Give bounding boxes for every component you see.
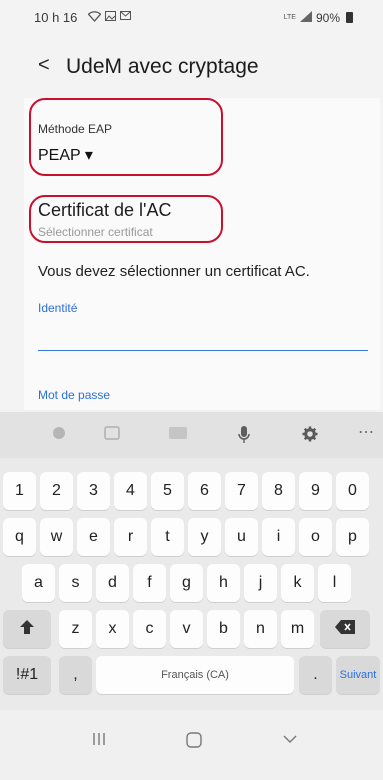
sticker-icon[interactable] — [104, 426, 120, 443]
password-label: Mot de passe — [38, 388, 111, 402]
hide-keyboard-icon[interactable] — [282, 732, 298, 751]
key-5[interactable]: 5 — [151, 472, 184, 510]
status-right: LTE 90% — [284, 10, 353, 25]
keyboard: ⋯ 1 2 3 4 5 6 7 8 9 0 q w e r t y u i o … — [0, 412, 383, 710]
key-9[interactable]: 9 — [299, 472, 332, 510]
key-q[interactable]: q — [3, 518, 36, 556]
cert-notice: Vous devez sélectionner un certificat AC… — [38, 263, 310, 280]
key-a[interactable]: a — [22, 564, 55, 602]
key-l[interactable]: l — [318, 564, 351, 602]
screen: 10 h 16 LTE 90% < UdeM avec cryptage Mét… — [0, 0, 383, 780]
key-h[interactable]: h — [207, 564, 240, 602]
eap-highlight — [29, 98, 223, 176]
key-k[interactable]: k — [281, 564, 314, 602]
navigation-bar — [0, 710, 383, 780]
backspace-key[interactable] — [320, 610, 370, 648]
keyboard-toolbar: ⋯ — [0, 412, 383, 458]
microphone-icon[interactable] — [238, 426, 250, 447]
identity-field[interactable] — [38, 350, 368, 351]
key-i[interactable]: i — [262, 518, 295, 556]
period-key[interactable]: . — [299, 656, 332, 694]
key-c[interactable]: c — [133, 610, 166, 648]
shift-icon — [20, 619, 34, 639]
key-u[interactable]: u — [225, 518, 258, 556]
key-8[interactable]: 8 — [262, 472, 295, 510]
key-0[interactable]: 0 — [336, 472, 369, 510]
recent-apps-icon[interactable] — [92, 732, 106, 751]
mail-icon — [120, 11, 131, 23]
backspace-icon — [335, 619, 355, 639]
key-e[interactable]: e — [77, 518, 110, 556]
key-x[interactable]: x — [96, 610, 129, 648]
key-4[interactable]: 4 — [114, 472, 147, 510]
more-icon[interactable]: ⋯ — [358, 422, 374, 442]
emoji-icon[interactable] — [52, 426, 66, 443]
key-1[interactable]: 1 — [3, 472, 36, 510]
key-o[interactable]: o — [299, 518, 332, 556]
key-7[interactable]: 7 — [225, 472, 258, 510]
wifi-icon — [87, 11, 102, 25]
identity-label: Identité — [38, 301, 78, 315]
key-m[interactable]: m — [281, 610, 314, 648]
comma-key[interactable]: , — [59, 656, 92, 694]
gif-icon[interactable] — [168, 426, 188, 443]
key-p[interactable]: p — [336, 518, 369, 556]
network-label: LTE — [283, 14, 296, 21]
key-f[interactable]: f — [133, 564, 166, 602]
key-r[interactable]: r — [114, 518, 147, 556]
symbols-key[interactable]: !#1 — [3, 656, 51, 694]
battery-percent: 90% — [315, 10, 340, 25]
key-g[interactable]: g — [170, 564, 203, 602]
key-z[interactable]: z — [59, 610, 92, 648]
status-bar: 10 h 16 LTE 90% — [0, 0, 383, 34]
key-n[interactable]: n — [244, 610, 277, 648]
space-key[interactable]: Français (CA) — [96, 656, 294, 694]
key-6[interactable]: 6 — [188, 472, 221, 510]
key-j[interactable]: j — [244, 564, 277, 602]
key-t[interactable]: t — [151, 518, 184, 556]
back-icon[interactable]: < — [38, 54, 50, 77]
settings-card: Méthode EAP PEAP ▾ Certificat de l'AC Sé… — [24, 98, 380, 410]
key-w[interactable]: w — [40, 518, 73, 556]
key-3[interactable]: 3 — [77, 472, 110, 510]
gallery-icon — [105, 11, 116, 24]
gear-icon[interactable] — [302, 426, 318, 445]
battery-icon — [346, 12, 353, 23]
key-v[interactable]: v — [170, 610, 203, 648]
next-key[interactable]: Suivant — [336, 656, 380, 694]
key-b[interactable]: b — [207, 610, 240, 648]
home-icon[interactable] — [186, 732, 202, 753]
key-2[interactable]: 2 — [40, 472, 73, 510]
key-s[interactable]: s — [59, 564, 92, 602]
key-y[interactable]: y — [188, 518, 221, 556]
page-title: UdeM avec cryptage — [66, 55, 259, 78]
signal-icon — [299, 10, 312, 25]
app-header: < UdeM avec cryptage — [0, 44, 383, 88]
status-time: 10 h 16 — [34, 10, 78, 25]
key-d[interactable]: d — [96, 564, 129, 602]
shift-key[interactable] — [3, 610, 51, 648]
cert-highlight — [29, 195, 223, 243]
